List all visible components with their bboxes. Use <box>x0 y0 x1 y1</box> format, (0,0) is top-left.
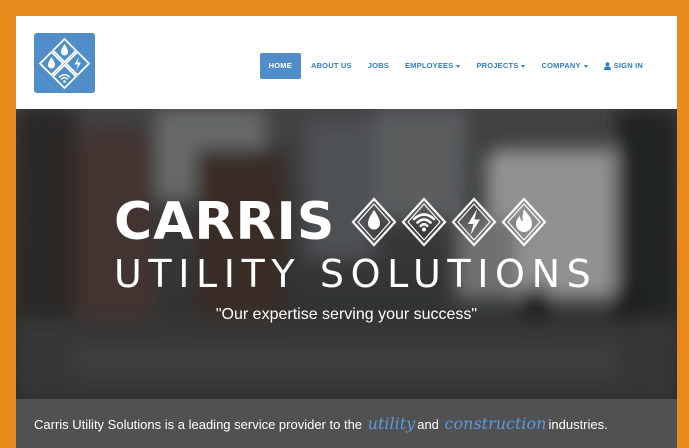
company-logo[interactable] <box>34 33 95 93</box>
nav-company-label: COMPANY <box>541 61 581 70</box>
main-nav: HOME ABOUT US JOBS EMPLOYEES PROJECTS CO… <box>259 53 651 79</box>
intro-highlight-construction: construction <box>444 414 547 433</box>
chevron-down-icon <box>456 64 461 68</box>
wifi-icon <box>401 197 447 247</box>
chevron-down-icon <box>583 64 588 68</box>
nav-employees-label: EMPLOYEES <box>404 61 454 70</box>
intro-band: Carris Utility Solutions is a leading se… <box>16 399 677 448</box>
nav-projects[interactable]: PROJECTS <box>468 53 533 79</box>
logo-diamonds-icon <box>38 37 91 90</box>
brand-lockup: CARRIS UTILITY SOLUTIONS <box>114 193 598 296</box>
user-icon <box>603 62 611 71</box>
nav-sign-in[interactable]: SIGN IN <box>596 53 651 79</box>
water-drop-icon <box>351 197 397 247</box>
brand-name: CARRIS <box>114 192 336 252</box>
hero-banner: CARRIS UTILITY SOLUTIONS "Our expertise … <box>16 109 677 399</box>
brand-top-row: CARRIS <box>114 193 584 251</box>
flame-icon <box>501 197 547 247</box>
lightning-icon <box>451 197 497 247</box>
intro-suffix: industries. <box>548 417 608 432</box>
intro-text: Carris Utility Solutions is a leading se… <box>34 414 608 433</box>
chevron-down-icon <box>521 64 526 68</box>
brand-subtitle: UTILITY SOLUTIONS <box>114 252 598 296</box>
site-header: HOME ABOUT US JOBS EMPLOYEES PROJECTS CO… <box>16 16 677 109</box>
intro-highlight-utility: utility <box>367 414 416 433</box>
nav-home[interactable]: HOME <box>259 53 301 79</box>
brand-icons <box>351 197 551 247</box>
nav-jobs[interactable]: JOBS <box>360 53 397 79</box>
nav-sign-in-label: SIGN IN <box>613 61 643 70</box>
nav-company[interactable]: COMPANY <box>533 53 595 79</box>
intro-middle: and <box>417 417 439 432</box>
hero-tagline: "Our expertise serving your success" <box>215 306 478 323</box>
nav-projects-label: PROJECTS <box>476 61 519 70</box>
intro-prefix: Carris Utility Solutions is a leading se… <box>34 417 363 432</box>
nav-about-us[interactable]: ABOUT US <box>303 53 360 79</box>
page-frame: HOME ABOUT US JOBS EMPLOYEES PROJECTS CO… <box>16 16 677 448</box>
nav-employees[interactable]: EMPLOYEES <box>397 53 468 79</box>
